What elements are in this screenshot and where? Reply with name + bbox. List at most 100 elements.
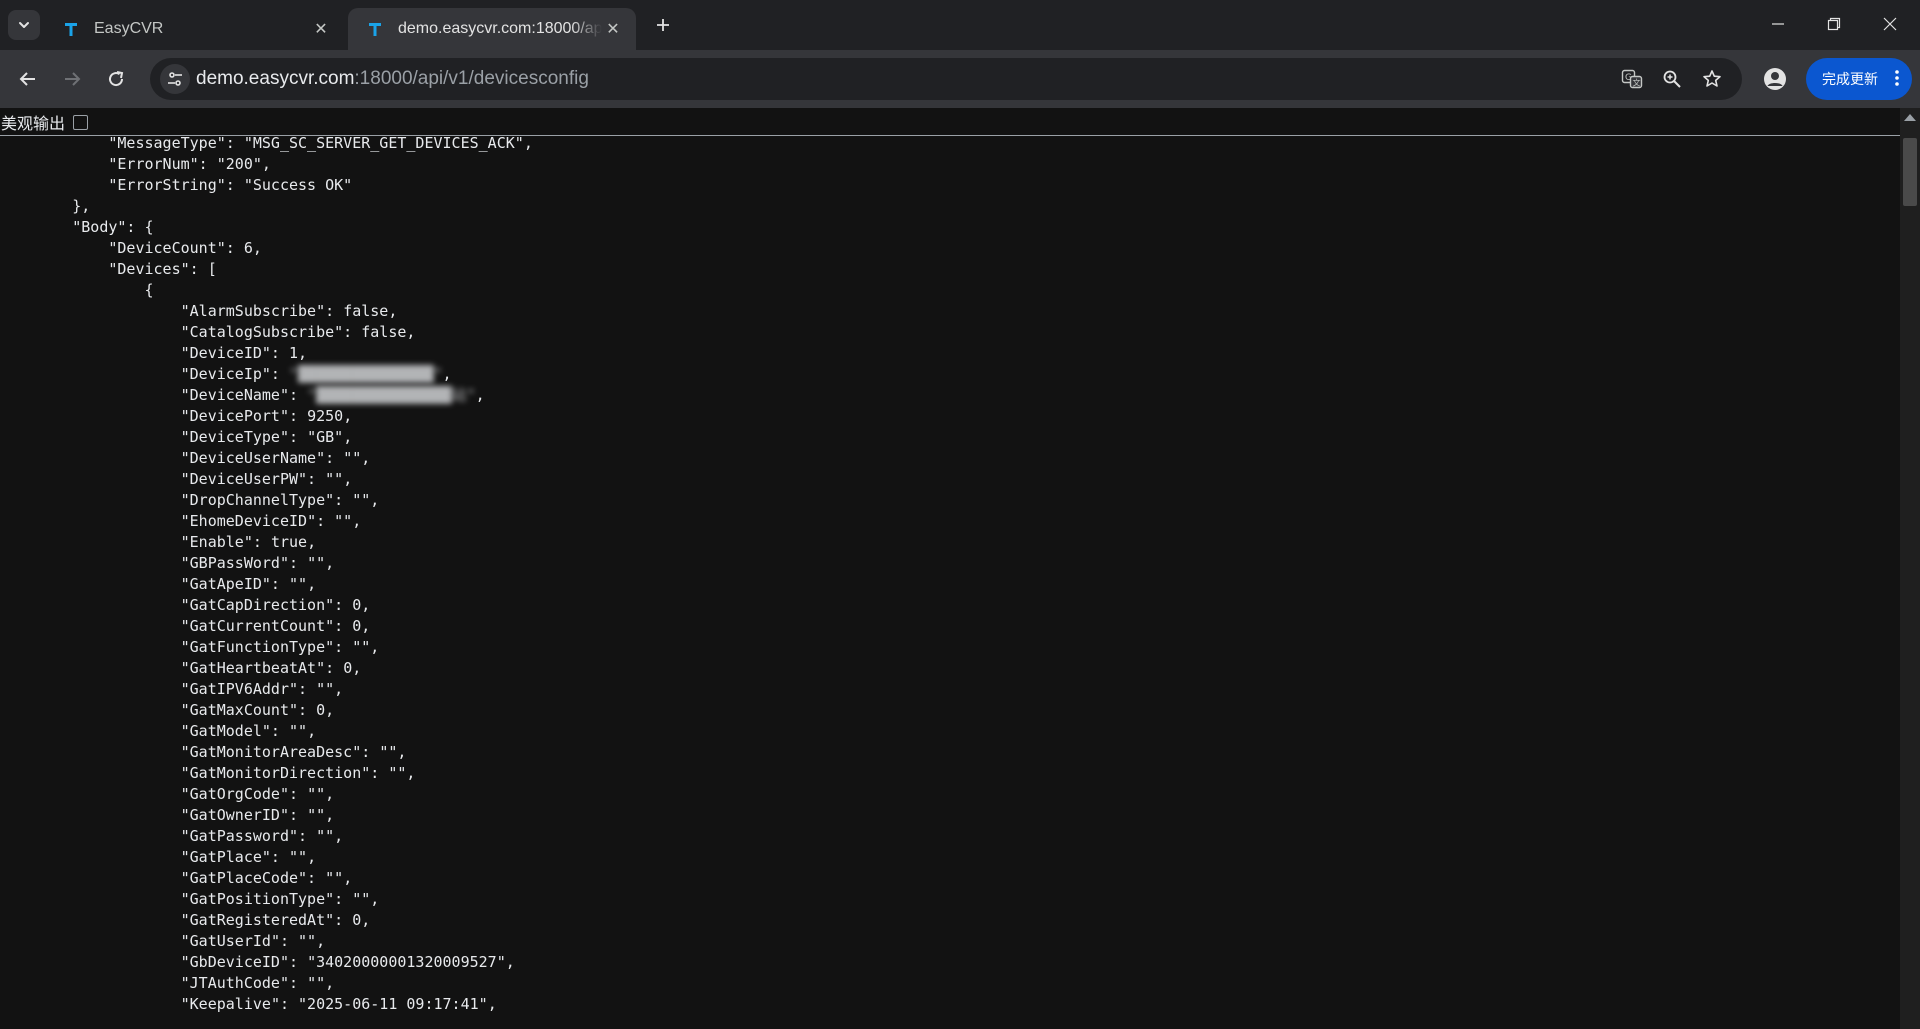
json-value: "34020000001320009527" (307, 953, 506, 971)
json-key: DeviceUserName (189, 449, 317, 467)
json-line: "GatHeartbeatAt": 0, (0, 659, 362, 677)
tab-title: EasyCVR (94, 20, 164, 37)
json-value: "MSG_SC_SERVER_GET_DEVICES_ACK" (243, 134, 524, 152)
forward-button[interactable] (57, 64, 87, 94)
json-key: Devices (117, 260, 181, 278)
minimize-button[interactable] (1750, 0, 1806, 48)
json-line: "MessageType": "MSG_SC_SERVER_GET_DEVICE… (0, 134, 533, 152)
json-value: "███████████████" (289, 365, 443, 383)
json-line: "GatUserId": "", (0, 932, 326, 950)
json-key: MessageType (117, 134, 217, 152)
json-line: "DeviceCount": 6, (0, 239, 262, 257)
restore-button[interactable] (1806, 0, 1862, 48)
json-key: GatMaxCount (189, 701, 289, 719)
zoom-button[interactable] (1659, 66, 1685, 92)
json-value: "" (334, 512, 353, 530)
json-key: GatOrgCode (189, 785, 280, 803)
json-value: "GB" (307, 428, 344, 446)
json-line: "GatPositionType": "", (0, 890, 380, 908)
tab-title: demo.easycvr.com:18000/api/v1/devicescon… (398, 20, 602, 37)
json-viewer: "MessageType": "MSG_SC_SERVER_GET_DEVICE… (0, 133, 1898, 1015)
svg-text:文: 文 (1633, 78, 1641, 88)
json-value: "" (307, 785, 326, 803)
site-info-button[interactable] (160, 64, 190, 94)
json-value: "" (289, 722, 308, 740)
json-key: Body (81, 218, 118, 236)
json-punctuation: { (144, 281, 154, 299)
json-value: 9250 (307, 407, 344, 425)
json-value: 6 (243, 239, 253, 257)
json-key: DeviceID (189, 344, 262, 362)
minimize-icon (1772, 23, 1784, 25)
json-line: "GatApeID": "", (0, 575, 317, 593)
json-key: JTAuthCode (189, 974, 280, 992)
browser-toolbar: demo.easycvr.com:18000/api/v1/devicescon… (0, 50, 1920, 108)
json-key: GatModel (189, 722, 262, 740)
close-window-button[interactable] (1862, 0, 1918, 48)
json-value: "Success OK" (243, 176, 353, 194)
json-key: ErrorString (117, 176, 217, 194)
json-key: EhomeDeviceID (189, 512, 308, 530)
json-value: "" (289, 575, 308, 593)
json-value: "" (352, 491, 371, 509)
address-bar[interactable]: demo.easycvr.com:18000/api/v1/devicescon… (150, 58, 1742, 100)
bookmark-button[interactable] (1699, 66, 1725, 92)
vertical-scrollbar[interactable] (1900, 108, 1920, 1029)
scrollbar-thumb[interactable] (1903, 138, 1917, 206)
json-key: GatUserId (189, 932, 271, 950)
reload-button[interactable] (101, 64, 131, 94)
tune-icon (168, 72, 182, 86)
json-line: "GatModel": "", (0, 722, 317, 740)
new-tab-button[interactable] (650, 12, 676, 38)
close-tab-icon[interactable]: ✕ (310, 18, 332, 40)
more-vert-icon (1895, 70, 1899, 86)
json-key: Enable (189, 533, 244, 551)
easycvr-t-icon (369, 23, 381, 36)
json-line: "GatMonitorAreaDesc": "", (0, 743, 407, 761)
json-key: DeviceName (189, 386, 280, 404)
json-value: "" (307, 974, 326, 992)
json-line: "DeviceIp": "███████████████", (0, 365, 452, 383)
json-line: "DevicePort": 9250, (0, 407, 353, 425)
zoom-in-icon (1663, 70, 1681, 88)
json-key: GatIPV6Addr (189, 680, 289, 698)
plus-icon (657, 19, 669, 31)
json-key: AlarmSubscribe (189, 302, 317, 320)
url-path: :18000/api/v1/devicesconfig (354, 68, 589, 89)
pretty-print-checkbox[interactable] (73, 114, 89, 130)
json-line: "GBPassWord": "", (0, 554, 335, 572)
json-value: "" (298, 932, 317, 950)
json-key: GatOwnerID (189, 806, 280, 824)
json-key: DevicePort (189, 407, 280, 425)
update-label: 完成更新 (1822, 71, 1878, 87)
profile-button[interactable] (1760, 64, 1790, 94)
scroll-up-icon[interactable] (1904, 114, 1916, 121)
easycvr-t-icon (65, 23, 77, 36)
url-host: demo.easycvr.com (196, 68, 355, 89)
json-key: DeviceCount (117, 239, 217, 257)
json-value: { (144, 218, 154, 236)
tab-search-button[interactable] (8, 10, 40, 40)
json-line: "GbDeviceID": "34020000001320009527", (0, 953, 515, 971)
json-line: "DeviceName": "███████████████站", (0, 386, 485, 404)
json-line: "JTAuthCode": "", (0, 974, 335, 992)
restore-icon (1827, 17, 1841, 31)
tab-easycvr[interactable]: EasyCVR ✕ (44, 8, 344, 50)
tab-devicesconfig[interactable]: demo.easycvr.com:18000/api/v1/devicescon… (348, 8, 636, 50)
update-button[interactable]: 完成更新 (1806, 58, 1912, 100)
json-line: "GatRegisteredAt": 0, (0, 911, 371, 929)
json-line: "GatCurrentCount": 0, (0, 617, 371, 635)
json-key: GatApeID (189, 575, 262, 593)
json-key: GatFunctionType (189, 638, 326, 656)
json-key: GatMonitorAreaDesc (189, 743, 353, 761)
json-key: CatalogSubscribe (189, 323, 335, 341)
url-text[interactable]: demo.easycvr.com:18000/api/v1/devicescon… (196, 68, 589, 90)
translate-button[interactable]: G文 (1619, 66, 1645, 92)
json-line: "GatCapDirection": 0, (0, 596, 371, 614)
json-line: "AlarmSubscribe": false, (0, 302, 398, 320)
json-line: "Keepalive": "2025-06-11 09:17:41", (0, 995, 497, 1013)
json-line: "EhomeDeviceID": "", (0, 512, 362, 530)
close-tab-icon[interactable]: ✕ (602, 18, 624, 40)
back-button[interactable] (13, 64, 43, 94)
json-key: GatRegisteredAt (189, 911, 326, 929)
